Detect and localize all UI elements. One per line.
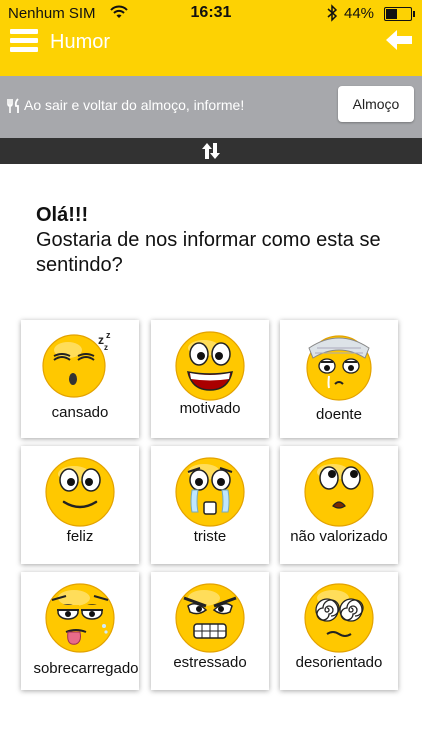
cutlery-icon — [7, 98, 19, 113]
sleepy-face-icon: z z z — [42, 330, 111, 398]
mood-card-triste[interactable]: triste — [151, 446, 269, 564]
exhausted-face-icon — [45, 583, 115, 653]
battery-icon — [384, 7, 415, 21]
page-title: Humor — [50, 31, 111, 53]
mood-card-doente[interactable]: doente — [280, 320, 398, 438]
status-bar: Nenhum SIM 16:31 44% — [0, 0, 422, 28]
lunch-button[interactable]: Almoço — [338, 86, 414, 122]
svg-text:z: z — [104, 343, 108, 352]
bluetooth-icon — [327, 4, 338, 22]
mood-label: doente — [316, 406, 362, 423]
greeting: Olá!!! — [36, 204, 89, 226]
mood-label: não valorizado — [290, 528, 388, 545]
mood-card-feliz[interactable]: feliz — [21, 446, 139, 564]
back-arrow-icon[interactable] — [384, 28, 414, 52]
mood-label: sobrecarregado — [33, 660, 139, 677]
svg-text:z: z — [106, 330, 111, 340]
nav-bar: Humor — [0, 28, 422, 58]
crying-face-icon — [175, 457, 245, 527]
mood-label: cansado — [51, 404, 109, 421]
mood-label: feliz — [66, 528, 94, 545]
app-header: Nenhum SIM 16:31 44% Humor — [0, 0, 422, 76]
mood-label: motivado — [179, 400, 241, 417]
sick-face-icon — [306, 335, 372, 401]
menu-icon[interactable] — [10, 29, 38, 55]
mood-card-estressado[interactable]: estressado — [151, 572, 269, 690]
sort-arrows-icon — [202, 143, 220, 159]
mood-label: estressado — [173, 654, 247, 671]
mood-card-nao-valorizado[interactable]: não valorizado — [280, 446, 398, 564]
mood-question: Gostaria de nos informar como esta se se… — [36, 229, 381, 276]
unappreciated-face-icon — [304, 457, 374, 527]
mood-card-sobrecarregado[interactable]: sobrecarregado — [21, 572, 139, 690]
mood-card-desorientado[interactable]: desorientado — [280, 572, 398, 690]
battery-percent: 44% — [344, 5, 375, 22]
mood-card-cansado[interactable]: z z z cansado — [21, 320, 139, 438]
mood-label: triste — [193, 528, 227, 545]
angry-face-icon — [175, 583, 245, 653]
happy-face-icon — [45, 457, 115, 527]
mood-label: desorientado — [295, 654, 383, 671]
grinning-face-icon — [175, 331, 245, 401]
dizzy-face-icon — [304, 583, 374, 653]
drag-bar[interactable] — [0, 138, 422, 164]
lunch-reminder-text: Ao sair e voltar do almoço, informe! — [24, 97, 245, 113]
mood-card-motivado[interactable]: motivado — [151, 320, 269, 438]
lunch-bar: Ao sair e voltar do almoço, informe! Alm… — [0, 76, 422, 138]
